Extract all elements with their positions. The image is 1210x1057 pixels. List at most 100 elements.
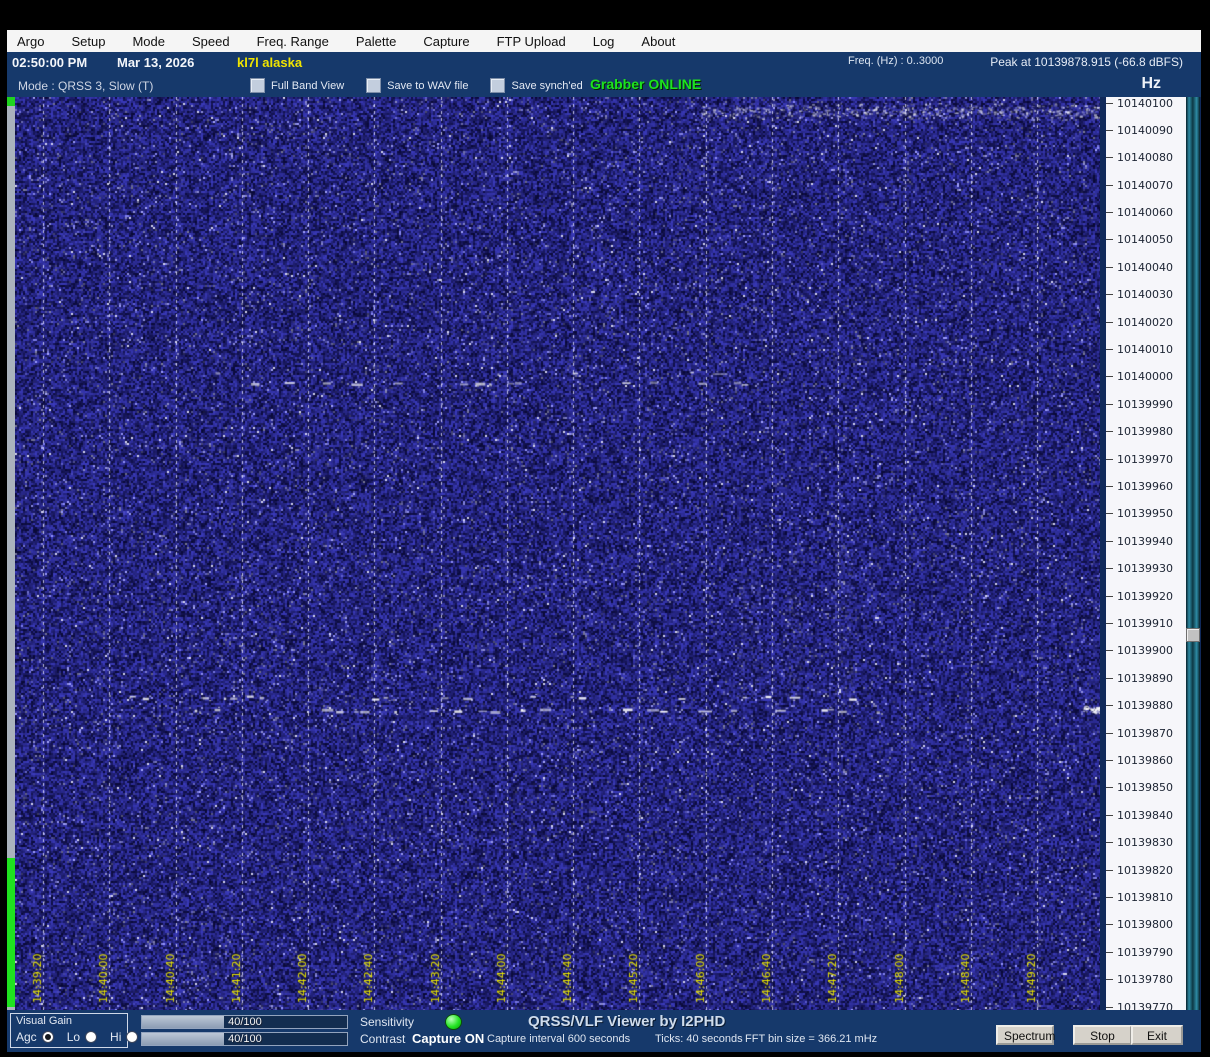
strip-progress-fill	[7, 858, 15, 1007]
ticks-info-label: Ticks: 40 seconds	[655, 1033, 743, 1045]
status-bar: 02:50:00 PM Mar 13, 2026 kl7l alaska Fre…	[7, 52, 1201, 75]
menu-item-setup[interactable]: Setup	[71, 34, 105, 49]
menu-item-freq-range[interactable]: Freq. Range	[257, 34, 329, 49]
menu-item-log[interactable]: Log	[593, 34, 615, 49]
bottom-bar: Visual Gain Agc Lo Hi 40/100 40/100 Sensit…	[7, 1010, 1201, 1052]
freq-tick-mark	[1106, 431, 1113, 433]
freq-tick-mark	[1106, 677, 1113, 679]
freq-scale-label: 10139950	[1106, 507, 1173, 520]
freq-scale-label: 10139780	[1106, 973, 1173, 986]
freq-tick-mark	[1106, 869, 1113, 871]
menu-item-about[interactable]: About	[641, 34, 675, 49]
freq-scale-label: 10139890	[1106, 672, 1173, 685]
checkbox-save-synch-ed[interactable]: Save synch'ed	[490, 78, 583, 93]
spectrum-button[interactable]: Spectrum	[996, 1025, 1055, 1045]
menu-item-mode[interactable]: Mode	[132, 34, 165, 49]
app-frame: Argo Setup Mode Speed Freq. Range Palette Capt…	[7, 30, 1201, 1052]
frequency-scale: 10140100 10140090 10140080 10140070 10140060…	[1106, 97, 1186, 1014]
freq-scale-label: 10139980	[1106, 425, 1173, 438]
freq-scale-label: 10140090	[1106, 124, 1173, 137]
callsign-label: kl7l alaska	[237, 55, 303, 70]
freq-tick-mark	[1106, 458, 1113, 460]
freq-tick-mark	[1106, 184, 1113, 186]
clock-time: 02:50:00 PM	[12, 55, 88, 70]
radio-dot-icon[interactable]	[41, 1031, 54, 1043]
checkbox-box-icon[interactable]	[250, 78, 265, 93]
menu-item-capture[interactable]: Capture	[423, 34, 469, 49]
checkbox-box-icon[interactable]	[366, 78, 382, 93]
stop-button[interactable]: Stop	[1073, 1025, 1132, 1045]
contrast-label: Contrast	[360, 1032, 406, 1046]
hz-unit-label: Hz	[1141, 75, 1161, 92]
radio-label: Lo	[66, 1030, 81, 1044]
freq-scale-label: 10140100	[1106, 97, 1173, 110]
freq-tick-mark	[1106, 787, 1113, 789]
radio-dot-icon[interactable]	[126, 1031, 139, 1043]
freq-tick-mark	[1106, 814, 1113, 816]
spectrogram-canvas[interactable]	[15, 97, 1100, 1010]
sensitivity-slider-fill	[142, 1016, 224, 1028]
checkbox-save-to-wav-file[interactable]: Save to WAV file	[366, 78, 468, 93]
freq-tick-mark	[1106, 513, 1113, 515]
freq-tick-mark	[1106, 294, 1113, 296]
radio-dot-icon[interactable]	[85, 1031, 98, 1043]
contrast-slider[interactable]: 40/100	[141, 1032, 348, 1046]
freq-tick-mark	[1106, 595, 1113, 597]
freq-scale-label: 10139990	[1106, 398, 1173, 411]
waterfall-area: 10140100 10140090 10140080 10140070 10140060…	[7, 97, 1201, 1014]
peak-readout: Peak at 10139878.915 (-66.8 dBFS)	[990, 55, 1183, 69]
freq-scale-label: 10139820	[1106, 864, 1173, 877]
freq-tick-mark	[1106, 896, 1113, 898]
radio-label: Agc	[16, 1030, 37, 1044]
visual-gain-group: Visual Gain Agc Lo Hi	[10, 1013, 139, 1048]
checkbox-box-icon[interactable]	[490, 78, 506, 93]
freq-scale-label: 10139900	[1106, 644, 1173, 657]
menu-bar: Argo Setup Mode Speed Freq. Range Palette Capt…	[7, 30, 1201, 52]
frequency-scrollbar-thumb[interactable]	[1186, 628, 1200, 642]
freq-tick-mark	[1106, 732, 1113, 734]
mode-label: Mode : QRSS 3, Slow (T)	[18, 79, 154, 93]
radio-agc[interactable]: Agc	[16, 1030, 54, 1044]
radio-lo[interactable]: Lo	[66, 1030, 98, 1044]
checkbox-label: Save synch'ed	[511, 79, 583, 92]
capture-led-icon	[445, 1014, 462, 1030]
freq-scale-label: 10140030	[1106, 288, 1173, 301]
menu-item-speed[interactable]: Speed	[192, 34, 230, 49]
freq-scale-label: 10139970	[1106, 453, 1173, 466]
freq-scale-label: 10139850	[1106, 781, 1173, 794]
strip-top-indicator	[7, 97, 15, 106]
frequency-scrollbar[interactable]	[1186, 97, 1200, 1010]
fft-bin-label: FFT bin size = 366.21 mHz	[745, 1033, 878, 1045]
freq-scale-label: 10140080	[1106, 151, 1173, 164]
freq-tick-mark	[1106, 705, 1113, 707]
mode-bar: Mode : QRSS 3, Slow (T) Full Band View Sa…	[7, 75, 1201, 97]
freq-range-label: Freq. (Hz) : 0..3000	[848, 55, 944, 67]
freq-scale-label: 10139940	[1106, 535, 1173, 548]
freq-scale-label: 10139840	[1106, 809, 1173, 822]
exit-button[interactable]: Exit	[1131, 1025, 1183, 1045]
radio-hi[interactable]: Hi	[110, 1030, 139, 1044]
freq-tick-mark	[1106, 212, 1113, 214]
freq-scale-label: 10139830	[1106, 836, 1173, 849]
freq-scale-label: 10139870	[1106, 727, 1173, 740]
sensitivity-label: Sensitivity	[360, 1015, 415, 1029]
freq-scale-label: 10140020	[1106, 316, 1173, 329]
checkbox-full-band-view[interactable]: Full Band View	[250, 78, 344, 93]
menu-item-argo[interactable]: Argo	[17, 34, 44, 49]
visual-gain-radios: Agc Lo Hi	[16, 1030, 139, 1044]
menu-item-palette[interactable]: Palette	[356, 34, 396, 49]
freq-scale-label: 10139860	[1106, 754, 1173, 767]
freq-tick-mark	[1106, 349, 1113, 351]
freq-scale-label: 10140070	[1106, 179, 1173, 192]
freq-scale-label: 10140010	[1106, 343, 1173, 356]
freq-scale-label: 10140040	[1106, 261, 1173, 274]
contrast-slider-fill	[142, 1033, 224, 1045]
menu-item-ftp-upload[interactable]: FTP Upload	[497, 34, 566, 49]
contrast-value: 40/100	[228, 1033, 262, 1045]
freq-scale-label: 10139810	[1106, 891, 1173, 904]
grabber-status: Grabber ONLINE	[590, 76, 702, 92]
sensitivity-slider[interactable]: 40/100	[141, 1015, 348, 1029]
freq-tick-mark	[1106, 403, 1113, 405]
freq-tick-mark	[1106, 951, 1113, 953]
freq-tick-mark	[1106, 924, 1113, 926]
